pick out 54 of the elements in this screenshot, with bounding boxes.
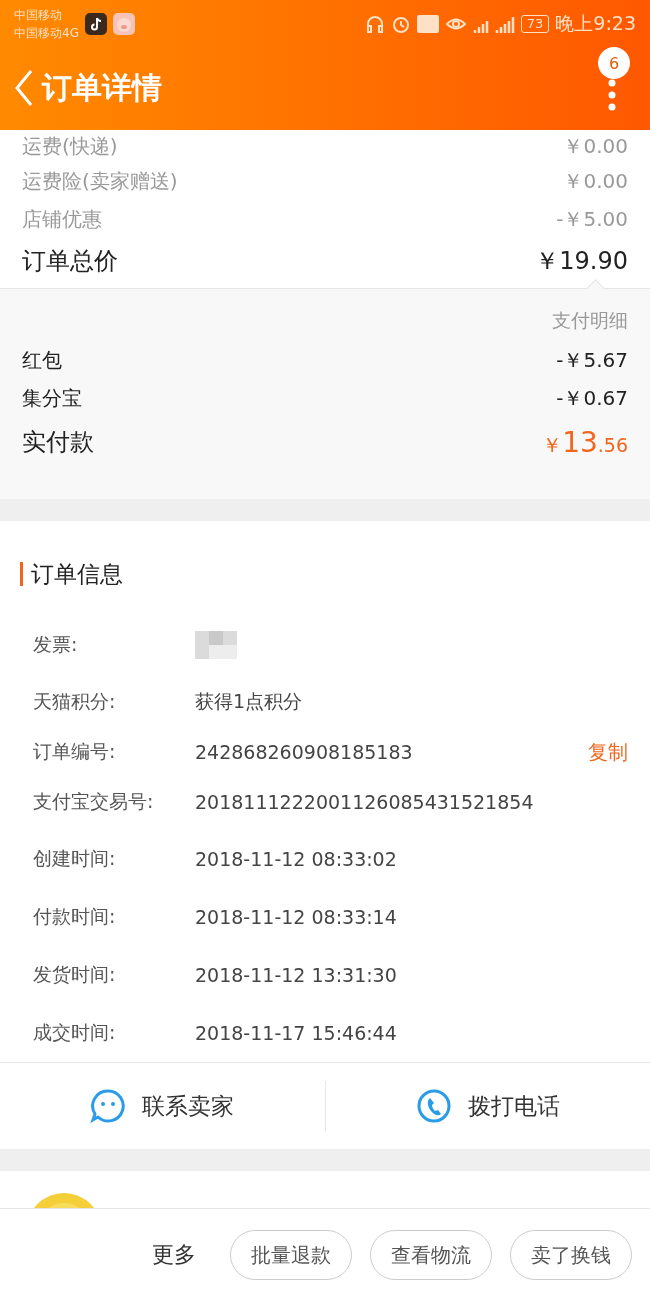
pig-app-icon bbox=[112, 13, 135, 35]
cost-label: 店铺优惠 bbox=[22, 205, 102, 233]
action-button[interactable]: 查看物流 bbox=[370, 1230, 492, 1280]
contact-button[interactable]: 联系卖家 bbox=[0, 1063, 325, 1149]
carrier-name: 中国移动 bbox=[14, 7, 63, 24]
info-value: 2018-11-12 08:33:02 bbox=[195, 848, 397, 870]
info-label: 支付宝交易号: bbox=[33, 789, 155, 814]
back-icon[interactable] bbox=[14, 68, 34, 108]
eye-icon bbox=[444, 16, 467, 32]
info-value: 2018111222001126085431521854 bbox=[195, 791, 534, 813]
total-value: ￥19.90 bbox=[535, 246, 628, 277]
headphones-icon bbox=[364, 14, 385, 34]
info-label: 发货时间: bbox=[33, 962, 117, 987]
cost-label: 运费(快递) bbox=[22, 132, 118, 160]
action-button[interactable]: 卖了换钱 bbox=[510, 1230, 632, 1280]
cost-label: 运费险(卖家赠送) bbox=[22, 167, 178, 195]
blurred-value bbox=[195, 631, 237, 659]
info-value: 2018-11-12 13:31:30 bbox=[195, 964, 397, 986]
action-button[interactable]: 批量退款 bbox=[230, 1230, 352, 1280]
info-value: 242868260908185183 bbox=[195, 741, 413, 763]
info-label: 创建时间: bbox=[33, 846, 117, 871]
carrier-name: 中国移动4G bbox=[14, 25, 79, 42]
notification-badge: 6 bbox=[598, 47, 630, 79]
cost-value: ￥0.00 bbox=[563, 132, 628, 160]
payment-label: 红包 bbox=[22, 346, 62, 374]
phone-icon bbox=[415, 1088, 452, 1124]
info-value: 2018-11-12 08:33:14 bbox=[195, 906, 397, 928]
cost-value: ￥0.00 bbox=[563, 167, 628, 195]
total-label: 订单总价 bbox=[22, 246, 118, 277]
info-label: 成交时间: bbox=[33, 1020, 117, 1045]
info-label: 天猫积分: bbox=[33, 689, 117, 714]
hd-icon bbox=[416, 15, 439, 33]
payment-detail-label: 支付明细 bbox=[552, 308, 628, 333]
battery-level: 73 bbox=[520, 15, 550, 33]
info-value: 获得1点积分 bbox=[195, 689, 303, 714]
info-label: 订单编号: bbox=[33, 739, 117, 764]
payment-value: -￥5.67 bbox=[556, 346, 628, 374]
section-title: 订单信息 bbox=[31, 559, 123, 589]
contact-button[interactable]: 拨打电话 bbox=[325, 1063, 650, 1149]
info-value: 2018-11-17 15:46:44 bbox=[195, 1022, 397, 1044]
info-label: 发票: bbox=[33, 632, 79, 657]
music-app-icon bbox=[84, 13, 107, 35]
alarm-icon bbox=[390, 14, 411, 34]
payment-value: -￥0.67 bbox=[556, 384, 628, 412]
page-title: 订单详情 bbox=[42, 68, 162, 107]
clock-time: 晚上9:23 bbox=[555, 11, 636, 36]
cost-value: -￥5.00 bbox=[556, 205, 628, 233]
paid-amount: ￥13.56 bbox=[542, 425, 628, 459]
chat-face-icon bbox=[90, 1088, 127, 1124]
payment-label: 集分宝 bbox=[22, 384, 82, 412]
signal-icon bbox=[494, 15, 515, 33]
paid-label: 实付款 bbox=[22, 427, 94, 458]
info-label: 付款时间: bbox=[33, 904, 117, 929]
more-menu[interactable]: 更多 bbox=[152, 1240, 196, 1270]
